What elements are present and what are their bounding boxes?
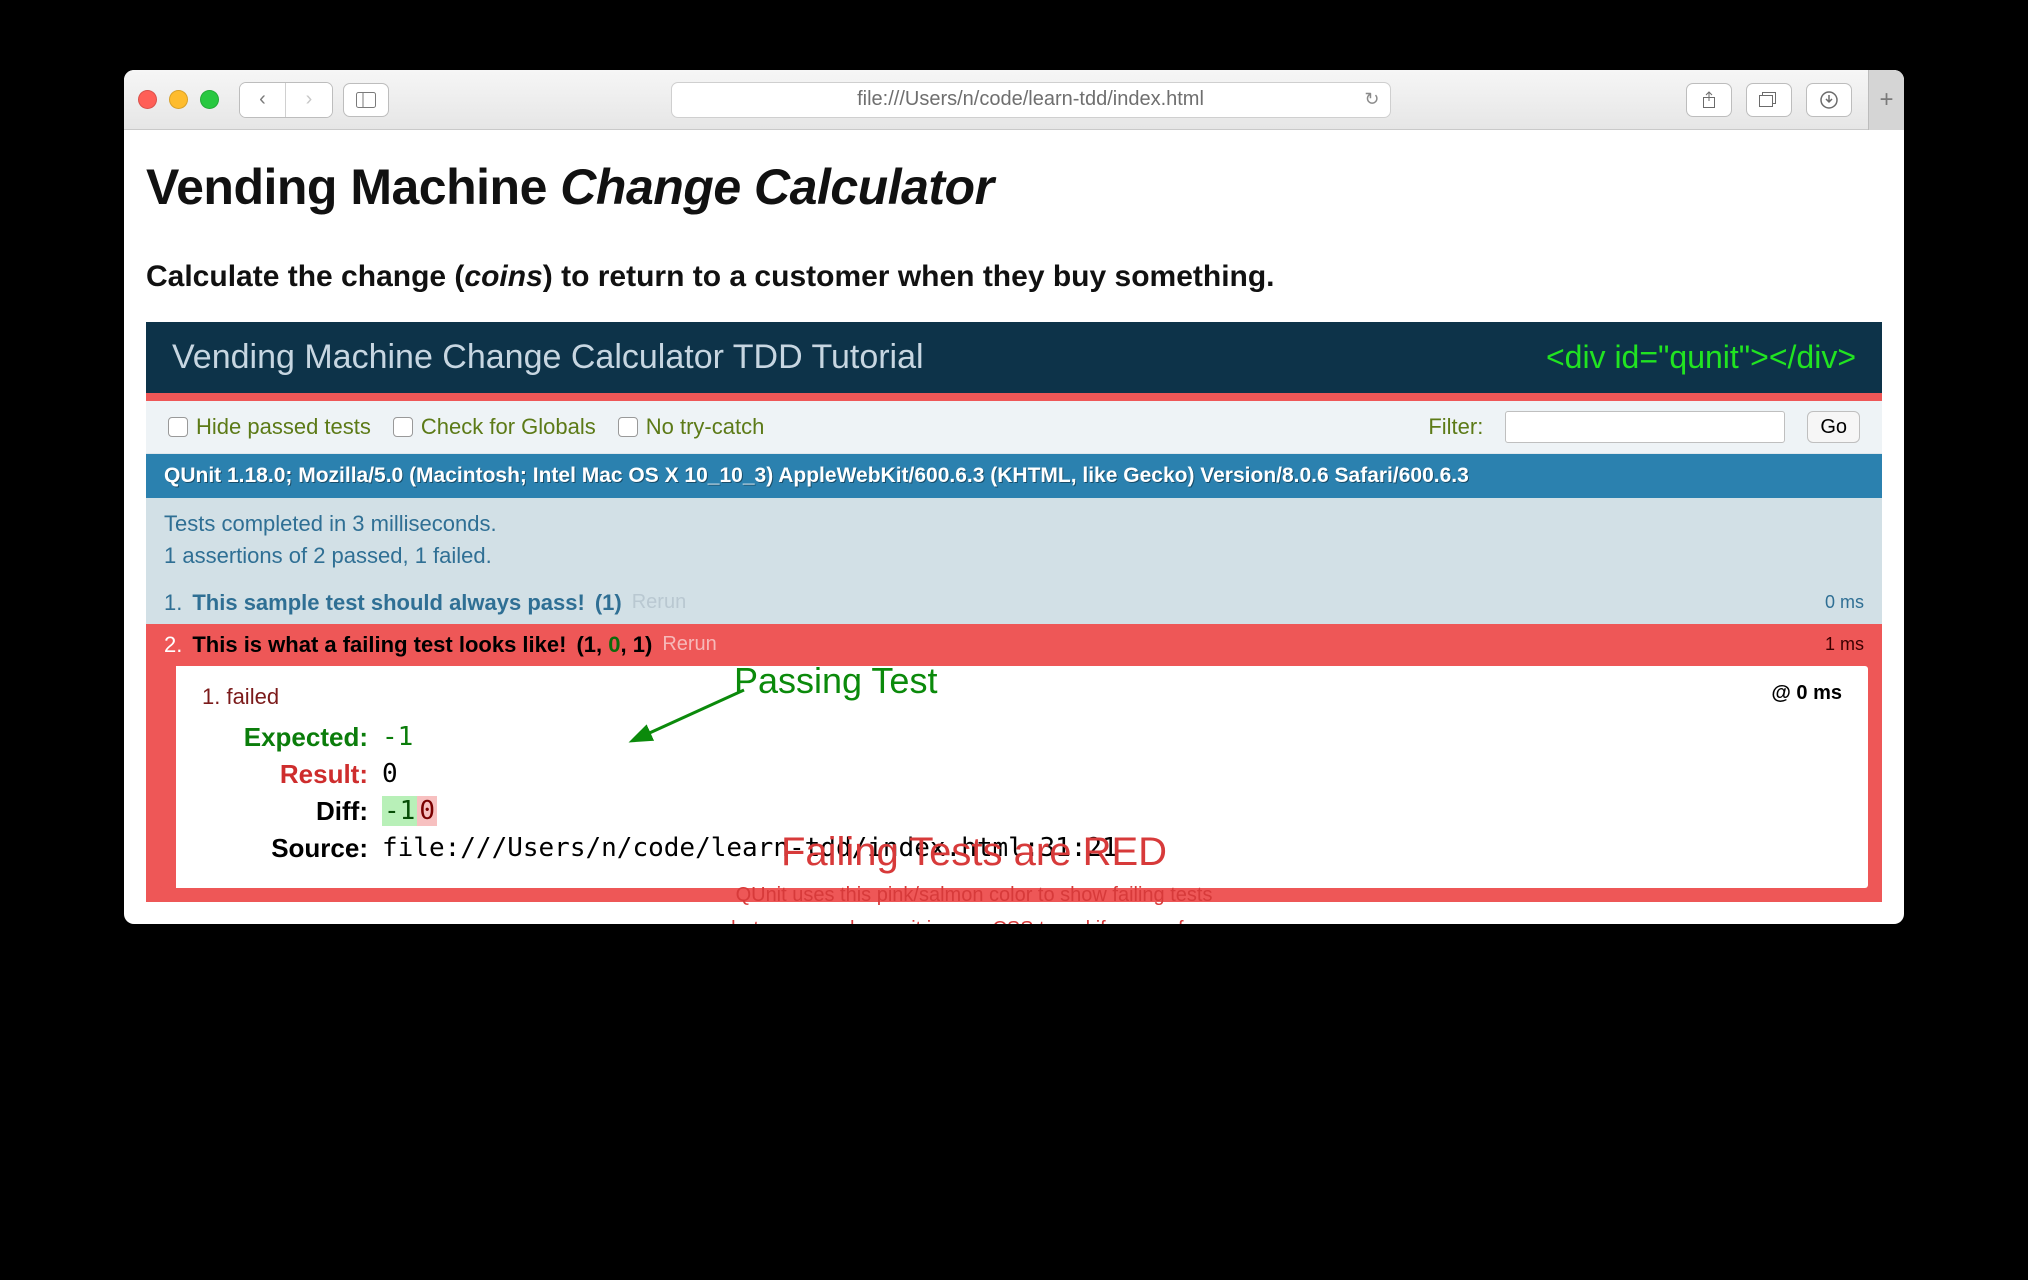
test-pass-counts: (1)	[595, 590, 622, 616]
tabs-icon	[1759, 92, 1779, 108]
page-content: Vending Machine Change Calculator Calcul…	[124, 130, 1904, 924]
subtitle-post: ) to return to a customer when they buy …	[543, 260, 1275, 293]
page-title: Vending Machine Change Calculator	[146, 158, 1882, 216]
hide-passed-text: Hide passed tests	[196, 414, 371, 440]
filter-input[interactable]	[1505, 411, 1785, 443]
diff-del: -1	[382, 796, 417, 826]
address-bar[interactable]: file:///Users/n/code/learn-tdd/index.htm…	[671, 82, 1391, 118]
test-fail-detail: 1. failed @ 0 ms Expected: -1 Result: 0 …	[146, 666, 1882, 902]
no-trycatch-text: No try-catch	[646, 414, 765, 440]
test-fail-rerun[interactable]: Rerun	[662, 633, 716, 656]
annotation-failing-line2: but you can change it in your CSS to red…	[664, 915, 1284, 924]
window-controls	[138, 90, 219, 109]
result-label: Result:	[202, 759, 382, 790]
annotation-div-qunit: <div id="qunit"></div>	[1546, 339, 1856, 376]
back-button[interactable]: ‹	[240, 83, 286, 117]
downloads-button[interactable]	[1806, 83, 1852, 117]
reload-icon[interactable]: ↻	[1364, 89, 1379, 110]
forward-button[interactable]: ›	[286, 83, 332, 117]
source-label: Source:	[202, 833, 382, 864]
title-text: Vending Machine	[146, 159, 560, 215]
zoom-window-button[interactable]	[200, 90, 219, 109]
sidebar-toggle-button[interactable]	[343, 83, 389, 117]
qunit-header: Vending Machine Change Calculator TDD Tu…	[146, 322, 1882, 393]
diff-value: -10	[382, 796, 1842, 827]
diff-label: Diff:	[202, 796, 382, 827]
subtitle-em: coins	[464, 260, 542, 293]
panel-icon	[356, 92, 376, 108]
address-bar-wrap: file:///Users/n/code/learn-tdd/index.htm…	[399, 82, 1662, 118]
title-em: Change Calculator	[560, 159, 993, 215]
share-icon	[1701, 91, 1717, 109]
close-window-button[interactable]	[138, 90, 157, 109]
assertion-kv: Expected: -1 Result: 0 Diff: -10 Source:…	[202, 722, 1842, 864]
check-globals-label[interactable]: Check for Globals	[393, 414, 596, 440]
test-fail-counts: (1, 0, 1)	[576, 632, 652, 658]
test-pass-rerun[interactable]: Rerun	[632, 591, 686, 614]
test-row-fail[interactable]: 2. This is what a failing test looks lik…	[146, 624, 1882, 666]
diff-ins: 0	[417, 796, 437, 826]
test-fail-index: 2.	[164, 632, 182, 658]
test-pass-index: 1.	[164, 590, 182, 616]
expected-value: -1	[382, 722, 1842, 753]
test-pass-name: This sample test should always pass!	[192, 590, 584, 616]
expected-label: Expected:	[202, 722, 382, 753]
test-fail-name: This is what a failing test looks like!	[192, 632, 566, 658]
toolbar-right	[1686, 83, 1852, 117]
qunit-container: Vending Machine Change Calculator TDD Tu…	[146, 322, 1882, 902]
page-subtitle: Calculate the change (coins) to return t…	[146, 260, 1882, 294]
address-url: file:///Users/n/code/learn-tdd/index.htm…	[857, 88, 1204, 111]
qunit-toolbar: Hide passed tests Check for Globals No t…	[146, 401, 1882, 454]
summary-line-2: 1 assertions of 2 passed, 1 failed.	[164, 540, 1864, 572]
qunit-header-title: Vending Machine Change Calculator TDD Tu…	[172, 338, 924, 377]
test-pass-time: 0 ms	[1825, 592, 1864, 613]
hide-passed-checkbox[interactable]	[168, 417, 188, 437]
nav-back-forward: ‹ ›	[239, 82, 333, 118]
hide-passed-label[interactable]: Hide passed tests	[168, 414, 371, 440]
check-globals-checkbox[interactable]	[393, 417, 413, 437]
download-icon	[1820, 91, 1838, 109]
assertion-failed-line: 1. failed	[202, 684, 1842, 710]
subtitle-pre: Calculate the change (	[146, 260, 464, 293]
no-trycatch-checkbox[interactable]	[618, 417, 638, 437]
new-tab-button[interactable]: +	[1868, 70, 1904, 130]
check-globals-text: Check for Globals	[421, 414, 596, 440]
browser-window: ‹ › file:///Users/n/code/learn-tdd/index…	[124, 70, 1904, 924]
test-row-pass[interactable]: 1. This sample test should always pass! …	[146, 582, 1882, 624]
assertion-at: @ 0 ms	[1771, 682, 1842, 705]
share-button[interactable]	[1686, 83, 1732, 117]
test-fail-time: 1 ms	[1825, 634, 1864, 655]
tabs-button[interactable]	[1746, 83, 1792, 117]
summary-line-1: Tests completed in 3 milliseconds.	[164, 508, 1864, 540]
result-value: 0	[382, 759, 1842, 790]
filter-go-button[interactable]: Go	[1807, 411, 1860, 443]
titlebar: ‹ › file:///Users/n/code/learn-tdd/index…	[124, 70, 1904, 130]
qunit-testresult: Tests completed in 3 milliseconds. 1 ass…	[146, 498, 1882, 582]
no-trycatch-label[interactable]: No try-catch	[618, 414, 765, 440]
qunit-banner-fail	[146, 393, 1882, 401]
qunit-useragent: QUnit 1.18.0; Mozilla/5.0 (Macintosh; In…	[146, 454, 1882, 498]
source-value: file:///Users/n/code/learn-tdd/index.htm…	[382, 833, 1842, 864]
minimize-window-button[interactable]	[169, 90, 188, 109]
filter-label: Filter:	[1428, 414, 1483, 440]
assertion-card: 1. failed @ 0 ms Expected: -1 Result: 0 …	[160, 666, 1868, 888]
